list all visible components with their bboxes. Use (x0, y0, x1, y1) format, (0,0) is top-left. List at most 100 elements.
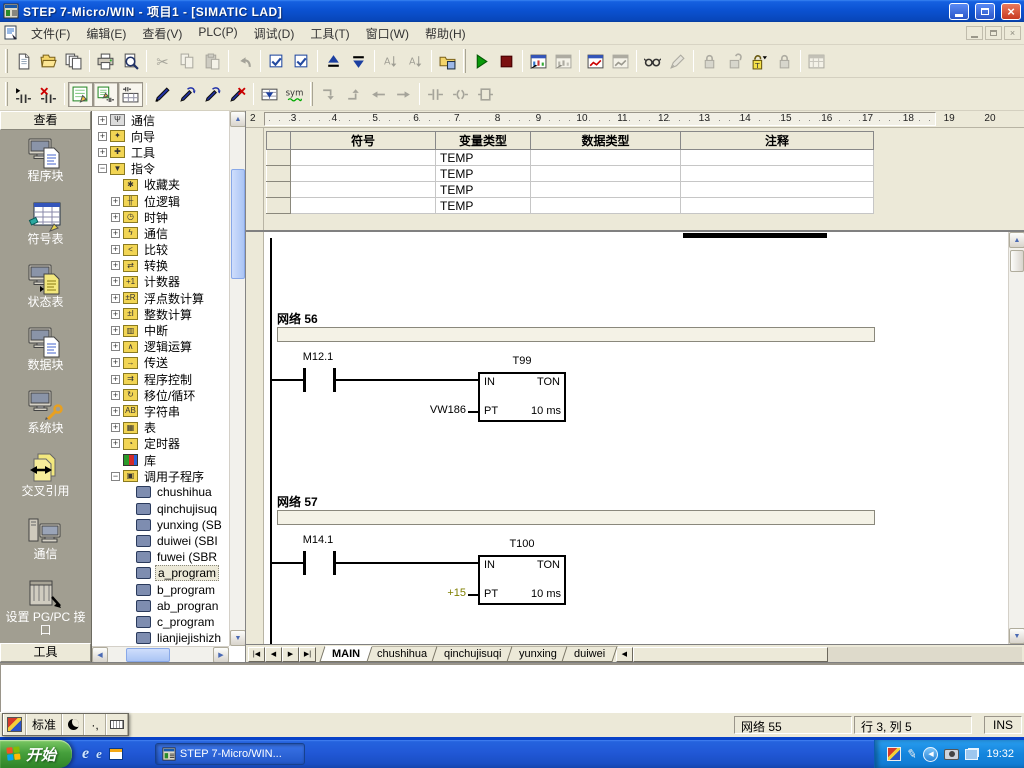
ime-logo-icon[interactable] (3, 714, 26, 735)
network-title[interactable]: 网络 57 (277, 493, 318, 510)
viewbar-item-5[interactable]: 系统块 (0, 390, 91, 453)
tree-item[interactable]: +⇉程序控制 (94, 371, 228, 387)
upload-button[interactable] (321, 49, 346, 74)
tree-item[interactable]: c_program (94, 614, 228, 630)
child-window-icon[interactable] (3, 25, 19, 41)
expand-icon[interactable]: + (111, 310, 120, 319)
tree-item[interactable]: +◷时钟 (94, 209, 228, 225)
symbol-info-table-button[interactable] (257, 82, 282, 107)
draw-line-down-button[interactable] (150, 82, 175, 107)
viewbar-item-7[interactable]: 通信 (0, 516, 91, 579)
compile-all-button[interactable] (289, 49, 314, 74)
scroll-down-icon[interactable]: ▼ (230, 630, 246, 646)
print-button[interactable] (93, 49, 118, 74)
menu-plc[interactable]: PLC(P) (190, 22, 245, 45)
symbol-cell[interactable] (291, 198, 436, 214)
expand-icon[interactable]: + (111, 391, 120, 400)
collapse-icon[interactable]: − (111, 472, 120, 481)
status-read-button[interactable] (640, 49, 665, 74)
tab-scrollbar-thumb[interactable] (633, 647, 829, 662)
expand-icon[interactable]: + (111, 261, 120, 270)
ime-punctuation-icon[interactable]: ·, (84, 714, 106, 735)
network-comment-box[interactable] (277, 327, 875, 342)
comment-cell[interactable] (681, 150, 874, 166)
contact-operand[interactable]: M14.1 (288, 534, 348, 546)
viewbar-item-4[interactable]: 数据块 (0, 327, 91, 390)
ie2-quicklaunch-icon[interactable]: e (96, 746, 102, 762)
tree-item[interactable]: +±I整数计算 (94, 306, 228, 322)
minimize-button[interactable] (949, 3, 969, 20)
tree-hscroll-thumb[interactable] (126, 648, 170, 662)
pou-tab-duiwei[interactable]: duiwei (561, 646, 617, 662)
first-tab-button[interactable]: |◀ (248, 647, 265, 662)
tree-item[interactable]: +╫位逻辑 (94, 193, 228, 209)
erase-line-button[interactable] (225, 82, 250, 107)
insert-network-button[interactable] (11, 82, 36, 107)
var-type-cell[interactable]: TEMP (436, 182, 531, 198)
tree-item[interactable]: +↻移位/循环 (94, 387, 228, 403)
ladder-editor[interactable]: 网络 56 M12.1 T99 IN TON PT 10 ms VW186 (246, 232, 1024, 644)
symbol-cell[interactable] (291, 166, 436, 182)
pou-tab-qinchujisuqi[interactable]: qinchujisuqi (432, 646, 515, 662)
menu-window[interactable]: 窗口(W) (358, 22, 417, 45)
tree-item[interactable]: +ϟ通信 (94, 225, 228, 241)
contact-operand[interactable]: M12.1 (288, 351, 348, 363)
tree-vertical-scrollbar[interactable]: ▲ ▼ (229, 111, 245, 646)
tree-item[interactable]: yunxing (SB (94, 517, 228, 533)
network-title[interactable]: 网络 56 (277, 310, 318, 327)
ime-keyboard-icon[interactable] (106, 714, 128, 735)
download-button[interactable] (346, 49, 371, 74)
tree-item[interactable]: +◔定时器 (94, 436, 228, 452)
data-type-cell[interactable] (531, 198, 681, 214)
row-selector[interactable] (267, 150, 291, 166)
expand-icon[interactable]: + (111, 197, 120, 206)
data-type-cell[interactable] (531, 166, 681, 182)
expand-icon[interactable]: + (111, 358, 120, 367)
viewbar-footer-tools[interactable]: 工具 (0, 643, 91, 662)
print-preview-button[interactable] (118, 49, 143, 74)
preset-operand[interactable]: VW186 (366, 404, 466, 416)
tree-item[interactable]: +▥中断 (94, 322, 228, 338)
row-selector[interactable] (267, 198, 291, 214)
ime-fullwidth-icon[interactable] (62, 714, 84, 735)
start-button[interactable]: 开始 (0, 740, 72, 768)
var-type-cell[interactable]: TEMP (436, 150, 531, 166)
tree-item[interactable]: +±R浮点数计算 (94, 290, 228, 306)
prev-tab-button[interactable]: ◀ (265, 647, 282, 662)
tree-item[interactable]: 库 (94, 452, 228, 468)
mdi-restore-button[interactable] (985, 26, 1002, 40)
expand-icon[interactable]: + (111, 277, 120, 286)
tree-item[interactable]: +✚工具 (94, 144, 228, 160)
ime-tray-icon[interactable] (887, 747, 901, 761)
pou-tab-chushihua[interactable]: chushihua (365, 646, 440, 662)
tree-item[interactable]: −▼指令 (94, 161, 228, 177)
tab-scroll-left-icon[interactable]: ◀ (616, 647, 633, 662)
viewbar-item-6[interactable]: 交叉引用 (0, 453, 91, 516)
program-status-button[interactable] (526, 49, 551, 74)
viewbar-item-1[interactable]: 程序块 (0, 138, 91, 201)
read-all-forced-button[interactable] (747, 49, 772, 74)
data-type-cell[interactable] (531, 182, 681, 198)
menu-debug[interactable]: 调试(D) (246, 22, 303, 45)
expand-icon[interactable]: + (111, 229, 120, 238)
tree-item[interactable]: lianjiejishizh (94, 630, 228, 645)
tab-scrollbar-track[interactable] (828, 647, 1022, 662)
viewbar-item-2[interactable]: 符号表 (0, 201, 91, 264)
restore-button[interactable] (975, 3, 995, 20)
contact-symbol[interactable] (303, 551, 306, 575)
media-quicklaunch-icon[interactable] (109, 748, 123, 760)
tree-item[interactable]: +∧逻辑运算 (94, 339, 228, 355)
symbol-cell[interactable] (291, 150, 436, 166)
ladder-vscroll-thumb[interactable] (1010, 250, 1024, 272)
tree-item[interactable]: duiwei (SBI (94, 533, 228, 549)
camera-tray-icon[interactable] (944, 749, 959, 760)
close-button[interactable]: × (1001, 3, 1021, 20)
comment-cell[interactable] (681, 198, 874, 214)
expand-icon[interactable]: + (111, 439, 120, 448)
draw-line-back-button[interactable] (200, 82, 225, 107)
comment-cell[interactable] (681, 182, 874, 198)
ie-quicklaunch-icon[interactable]: e (82, 746, 89, 762)
run-button[interactable] (469, 49, 494, 74)
expand-icon[interactable]: + (111, 407, 120, 416)
tree-item[interactable]: ✱收藏夹 (94, 177, 228, 193)
